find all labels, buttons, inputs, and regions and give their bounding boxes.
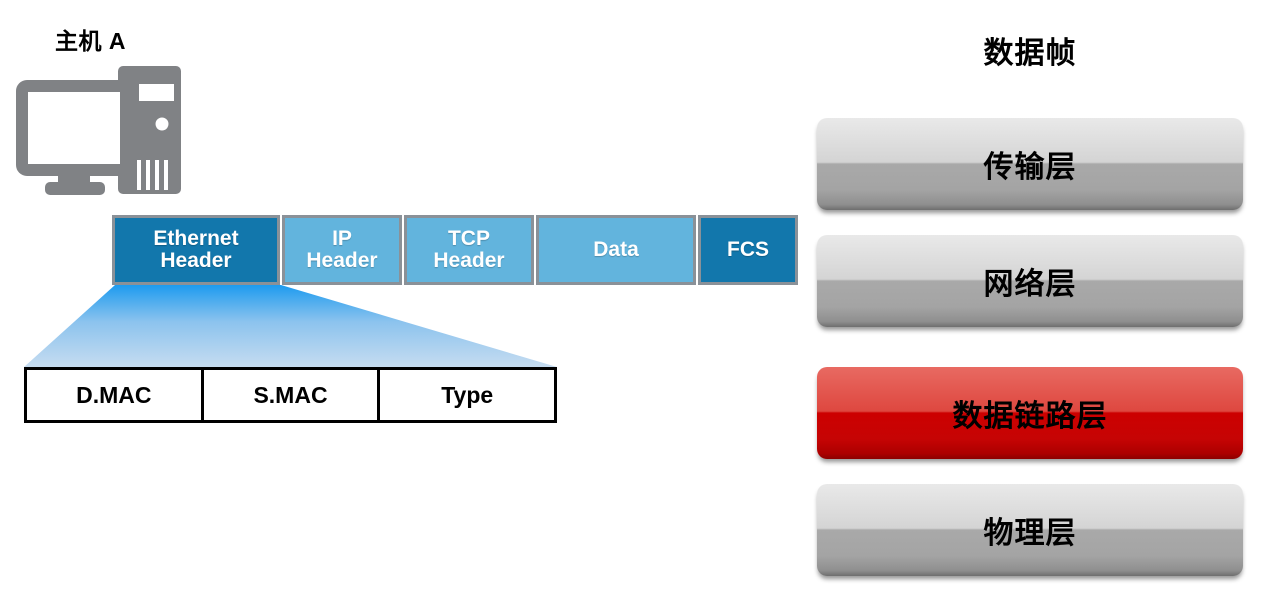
frame-cell-label: Data <box>593 238 639 262</box>
frame-cell-line1: IP <box>332 227 352 251</box>
mac-cell-dmac[interactable]: D.MAC <box>27 370 204 420</box>
frame-cell-data[interactable]: Data <box>536 215 696 285</box>
layer-label: 网络层 <box>983 268 1077 301</box>
frame-cell-line2: Header <box>306 249 378 272</box>
stack-title: 数据帧 <box>983 37 1077 70</box>
frame-cell-line2: Header <box>433 249 505 272</box>
mac-cell-label: Type <box>441 381 494 408</box>
desktop-computer-icon <box>14 62 194 197</box>
host-label: 主机 A <box>55 28 126 54</box>
frame-cell-label: FCS <box>727 238 769 262</box>
layer-label: 数据链路层 <box>952 400 1108 433</box>
protocol-layer-stack: 传输层 网络层 数据链路层 物理层 <box>817 118 1243 591</box>
ethernet-header-fields-table: D.MAC S.MAC Type <box>24 367 557 423</box>
frame-cell-label: IP Header <box>306 228 377 271</box>
ethernet-frame-strip: Ethernet Header IP Header TCP Header Dat… <box>112 215 798 285</box>
frame-cell-tcp-header[interactable]: TCP Header <box>404 215 534 285</box>
frame-cell-line1: Ethernet <box>153 227 239 251</box>
layer-bar-network[interactable]: 网络层 <box>817 235 1243 327</box>
layer-bar-physical[interactable]: 物理层 <box>817 484 1243 576</box>
ethernet-header-expand-connector <box>0 284 600 370</box>
frame-cell-label: TCP Header <box>433 228 504 271</box>
frame-cell-ethernet-header[interactable]: Ethernet Header <box>112 215 280 285</box>
frame-cell-line2: Header <box>160 249 232 272</box>
frame-cell-label: Ethernet Header <box>153 228 238 271</box>
frame-cell-ip-header[interactable]: IP Header <box>282 215 402 285</box>
layer-label: 物理层 <box>983 517 1077 550</box>
frame-cell-line1: TCP <box>447 227 490 251</box>
mac-cell-smac[interactable]: S.MAC <box>204 370 381 420</box>
layer-bar-data-link[interactable]: 数据链路层 <box>817 367 1243 459</box>
layer-bar-transport[interactable]: 传输层 <box>817 118 1243 210</box>
mac-cell-label: S.MAC <box>253 381 328 408</box>
mac-cell-label: D.MAC <box>76 381 152 408</box>
layer-label: 传输层 <box>983 151 1077 184</box>
frame-cell-fcs[interactable]: FCS <box>698 215 798 285</box>
mac-cell-type[interactable]: Type <box>380 370 554 420</box>
